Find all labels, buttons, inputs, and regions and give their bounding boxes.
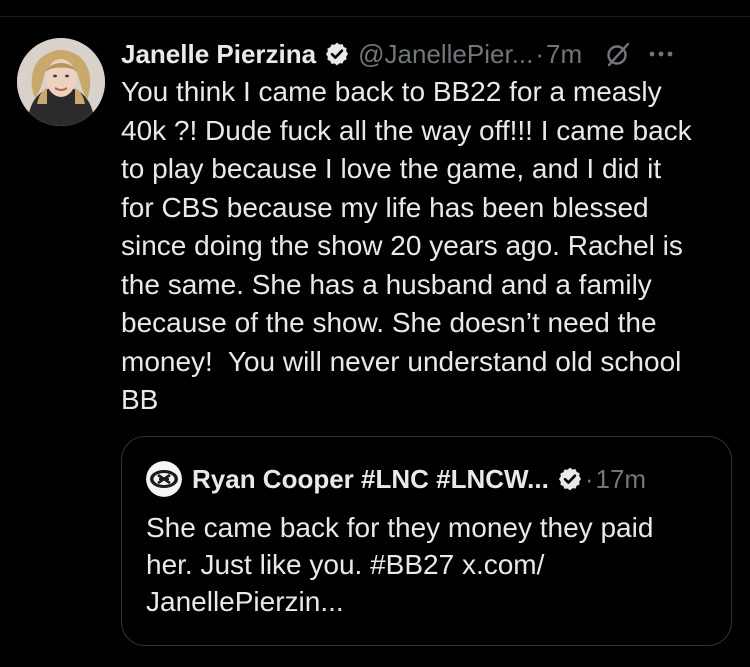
quoted-tweet-text: She came back for they money they paid h… (146, 512, 654, 617)
author-handle[interactable]: @JanellePier... (358, 39, 533, 70)
quoted-tweet-header: Ryan Cooper #LNC #LNCW... · 17m (146, 461, 646, 497)
top-divider (0, 16, 750, 17)
quoted-tweet-card[interactable]: Ryan Cooper #LNC #LNCW... · 17m She came… (121, 436, 732, 646)
tweet-text: You think I came back to BB22 for a meas… (121, 76, 692, 415)
verified-icon (326, 42, 349, 66)
quoted-author-avatar[interactable] (146, 461, 182, 497)
separator-dot: · (535, 38, 545, 69)
tweet-header: Janelle Pierzina @JanellePier... · 7m (121, 36, 741, 72)
verified-icon (558, 467, 581, 491)
quoted-author-name[interactable]: Ryan Cooper #LNC #LNCW... (192, 464, 549, 495)
quoted-timestamp[interactable]: 17m (596, 464, 647, 495)
chiefs-logo-avatar (146, 461, 182, 497)
timestamp[interactable]: 7m (546, 39, 582, 70)
profile-photo (17, 38, 105, 126)
author-avatar[interactable] (17, 38, 105, 126)
author-name[interactable]: Janelle Pierzina (121, 39, 316, 70)
grok-icon[interactable] (604, 40, 632, 68)
quoted-separator-dot: · (584, 463, 594, 494)
more-icon[interactable] (646, 39, 676, 69)
